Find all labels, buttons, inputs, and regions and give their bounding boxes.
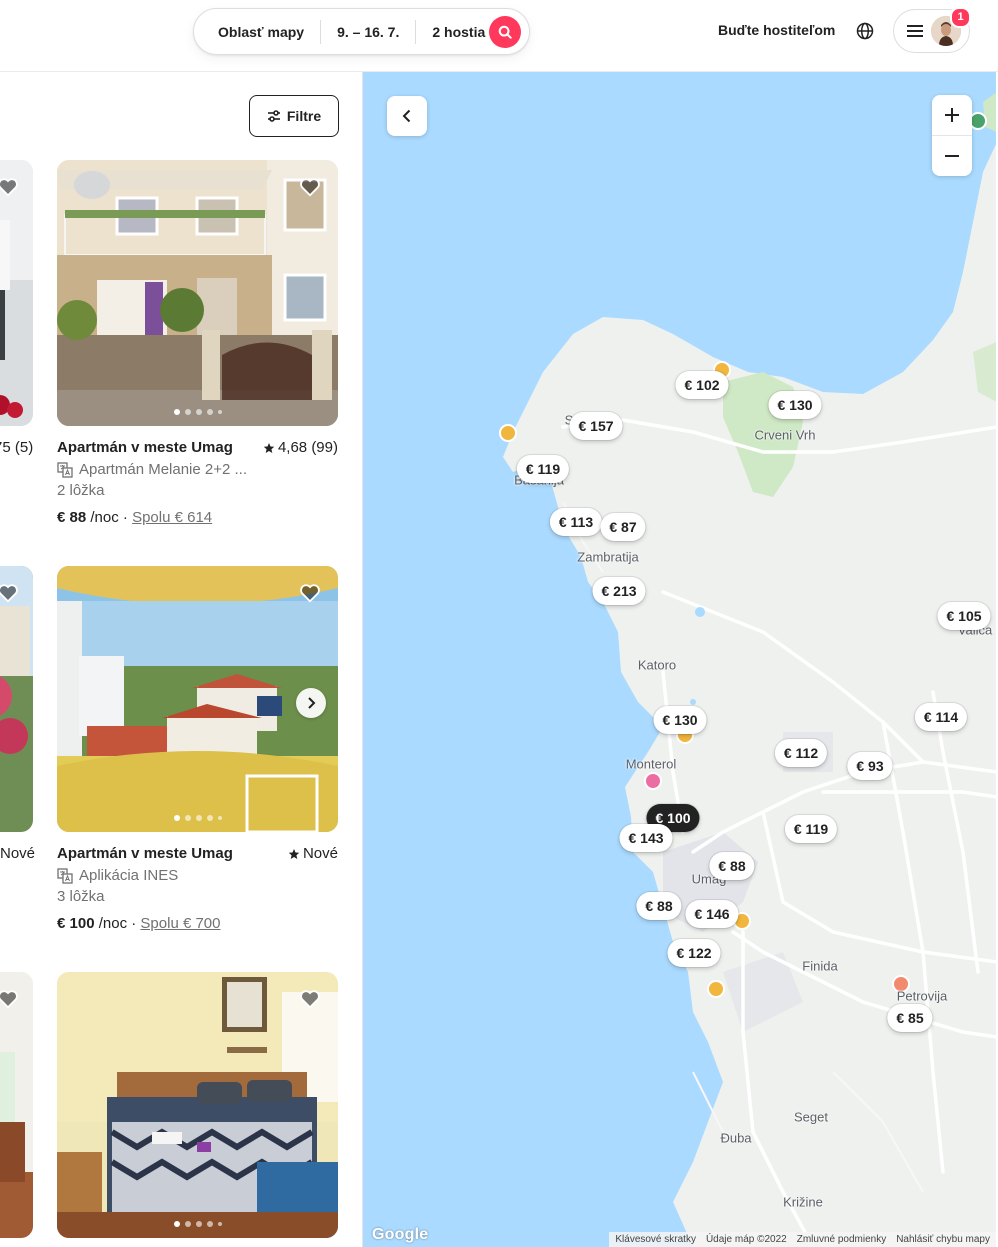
zoom-out-button[interactable] <box>932 136 972 176</box>
listing-beds: 2 lôžka <box>57 482 105 499</box>
heart-icon[interactable] <box>299 176 321 198</box>
price-pin[interactable]: € 93 <box>847 752 893 780</box>
minus-icon <box>945 155 959 157</box>
listing-title[interactable]: Apartmán v meste Umag <box>57 845 233 862</box>
price-pin[interactable]: € 88 <box>636 892 682 920</box>
listing-title[interactable]: Apartmán v meste Umag <box>57 439 233 456</box>
listing-rating-partial: 75 (5) <box>0 439 34 456</box>
price-pin[interactable]: € 143 <box>619 824 673 852</box>
place-label: Finida <box>802 958 838 974</box>
sliders-icon <box>267 110 280 122</box>
price-pin[interactable]: € 119 <box>516 455 570 483</box>
price-pin[interactable]: € 119 <box>784 815 838 843</box>
price-pin[interactable]: € 114 <box>914 703 968 731</box>
listing-subtitle: Aplikácia INES <box>57 867 178 884</box>
zoom-in-button[interactable] <box>932 95 972 135</box>
price-pin[interactable]: € 213 <box>592 577 646 605</box>
filters-button[interactable]: Filtre <box>249 95 339 137</box>
price-pin[interactable]: € 146 <box>685 900 739 928</box>
star-icon <box>263 442 275 453</box>
place-label: Monterol <box>625 756 677 772</box>
listing-image-partial[interactable] <box>0 566 33 832</box>
map-attribution-bar: Klávesové skratky Údaje máp ©2022 Zmluvn… <box>609 1232 996 1247</box>
become-host-link[interactable]: Buďte hostiteľom <box>718 22 835 38</box>
search-bar[interactable]: Oblasť mapy 9. – 16. 7. 2 hostia <box>193 8 530 55</box>
place-label: Seget <box>794 1109 828 1125</box>
listing-image-partial[interactable] <box>0 972 33 1238</box>
search-location[interactable]: Oblasť mapy <box>194 20 320 44</box>
place-label: Križine <box>783 1194 823 1210</box>
price-pin[interactable]: € 85 <box>887 1004 933 1032</box>
chevron-right-icon <box>308 697 316 709</box>
translate-icon <box>57 867 73 884</box>
poi-marker[interactable] <box>644 772 662 790</box>
listing-price: € 100 /noc · Spolu € 700 <box>57 915 221 932</box>
listing-image[interactable] <box>57 972 338 1238</box>
place-label: Zambratija <box>577 549 639 565</box>
price-pin[interactable]: € 102 <box>675 371 729 399</box>
place-label: Petrovija <box>896 988 948 1004</box>
listing-rating: 4,68 (99) <box>263 439 338 456</box>
hamburger-icon <box>907 25 923 37</box>
heart-icon[interactable] <box>0 176 19 198</box>
image-carousel-dots <box>57 1221 338 1227</box>
keyboard-shortcuts-link[interactable]: Klávesové skratky <box>615 1234 696 1245</box>
price-pin[interactable]: € 105 <box>937 602 991 630</box>
price-pin[interactable]: € 130 <box>653 706 707 734</box>
listing-rating: Nové <box>288 845 338 862</box>
star-icon <box>288 848 300 859</box>
user-menu-button[interactable]: 1 <box>893 7 971 53</box>
listing-subtitle: Apartmán Melanie 2+2 ... <box>57 461 247 478</box>
filters-label: Filtre <box>286 108 322 124</box>
poi-marker[interactable] <box>707 980 725 998</box>
listing-image-partial[interactable] <box>0 160 33 426</box>
listing-rating-partial: Nové <box>0 845 36 862</box>
listing-image[interactable] <box>57 160 338 426</box>
plus-icon <box>945 108 959 122</box>
price-pin[interactable]: € 157 <box>569 412 623 440</box>
heart-icon[interactable] <box>0 582 19 604</box>
listing-price: € 88 /noc · Spolu € 614 <box>57 509 213 526</box>
poi-marker[interactable] <box>499 424 517 442</box>
heart-icon[interactable] <box>299 582 321 604</box>
notification-badge: 1 <box>950 7 971 28</box>
google-logo: Google <box>372 1226 429 1243</box>
place-label: Đuba <box>720 1130 752 1146</box>
search-icon <box>498 25 512 39</box>
price-pin[interactable]: € 113 <box>549 508 603 536</box>
place-label: Katoro <box>637 657 677 673</box>
listing-image[interactable] <box>57 566 338 832</box>
chevron-left-icon <box>402 109 411 123</box>
map[interactable]: Crveni Vrh Zambratija Katoro Monterol Um… <box>362 72 996 1247</box>
next-image-button[interactable] <box>296 688 326 718</box>
listing-total-link[interactable]: Spolu € 700 <box>140 915 220 932</box>
collapse-map-button[interactable] <box>387 96 427 136</box>
price-pin[interactable]: € 87 <box>600 513 646 541</box>
price-pin[interactable]: € 130 <box>768 391 822 419</box>
search-button[interactable] <box>489 16 521 48</box>
place-label: Crveni Vrh <box>754 427 816 443</box>
zoom-controls <box>932 95 972 176</box>
terms-link[interactable]: Zmluvné podmienky <box>797 1234 886 1245</box>
heart-icon[interactable] <box>299 988 321 1010</box>
map-tiles <box>363 72 996 1247</box>
top-header: Oblasť mapy 9. – 16. 7. 2 hostia Buďte h… <box>0 0 998 72</box>
listings-panel: Filtre 75 (5) Nové <box>0 72 362 1247</box>
listing-total-link[interactable]: Spolu € 614 <box>132 509 212 526</box>
image-carousel-dots <box>57 409 338 415</box>
price-pin[interactable]: € 112 <box>774 739 828 767</box>
report-error-link[interactable]: Nahlásiť chybu mapy <box>896 1234 990 1245</box>
price-pin[interactable]: € 122 <box>667 939 721 967</box>
heart-icon[interactable] <box>0 988 19 1010</box>
search-dates[interactable]: 9. – 16. 7. <box>321 20 415 44</box>
listing-beds: 3 lôžka <box>57 888 105 905</box>
globe-icon[interactable] <box>855 21 875 41</box>
translate-icon <box>57 461 73 478</box>
image-carousel-dots <box>57 815 338 821</box>
map-data-label: Údaje máp ©2022 <box>705 1234 787 1245</box>
price-pin[interactable]: € 88 <box>709 852 755 880</box>
